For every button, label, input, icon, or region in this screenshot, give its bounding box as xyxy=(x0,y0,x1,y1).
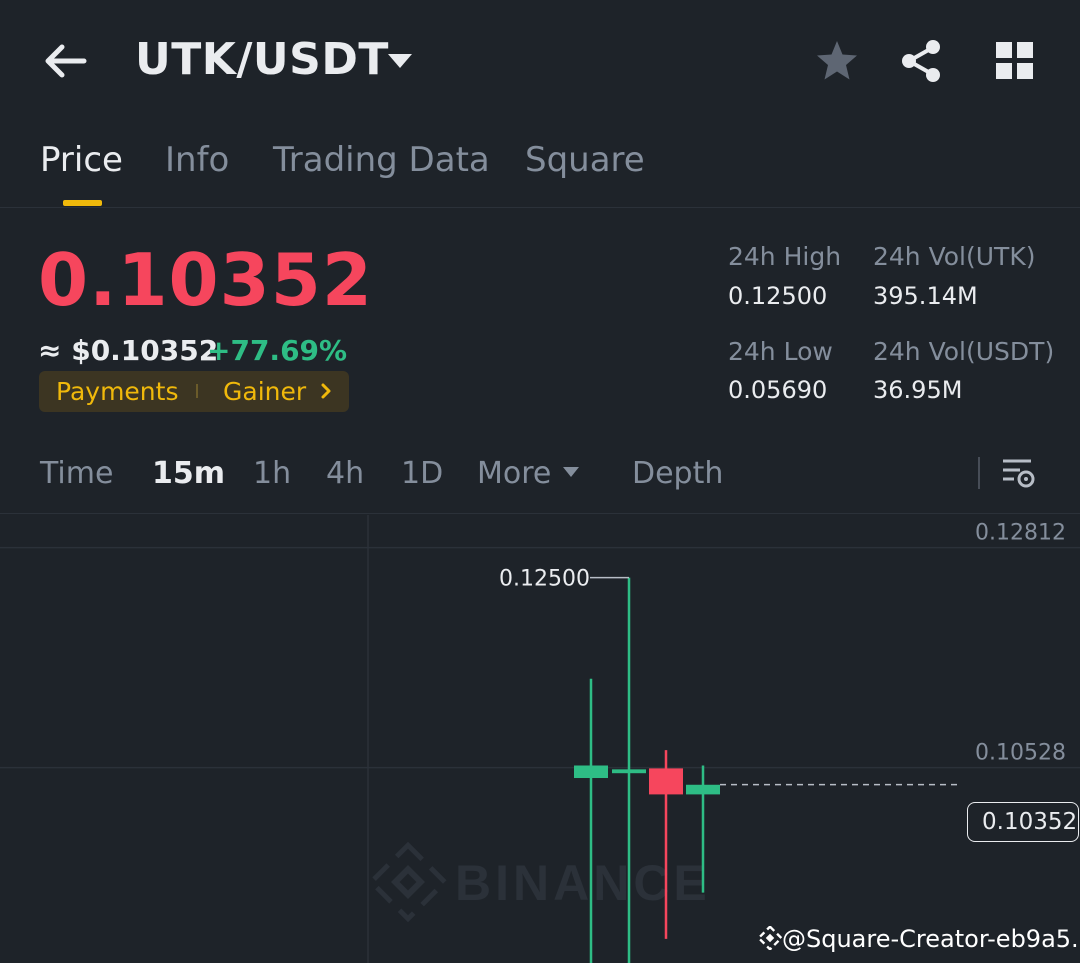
binance-watermark: BINANCE xyxy=(367,841,711,923)
tab-trading-data[interactable]: Trading Data xyxy=(273,140,490,180)
creator-handle: @Square-Creator-eb9a5... xyxy=(782,925,1080,953)
last-price: 0.10352 xyxy=(38,238,373,322)
current-price-tag: 0.10352 xyxy=(967,802,1079,842)
tag-gainer[interactable]: Gainer xyxy=(223,377,306,406)
y-axis-tick-label: 0.12812 xyxy=(975,521,1066,546)
current-price-label: 0.10352 xyxy=(982,809,1078,835)
tag-chips[interactable]: Payments Gainer xyxy=(39,371,349,412)
candle-body xyxy=(649,768,683,795)
candlestick-chart[interactable]: BINANCE 0.12812 0.10528 0.12500 xyxy=(0,515,1080,963)
candle-body xyxy=(686,784,720,795)
stat-high-label: 24h High xyxy=(728,242,842,271)
price-change-percent: +77.69% xyxy=(207,334,348,367)
share-icon[interactable] xyxy=(898,38,944,84)
tab-square[interactable]: Square xyxy=(525,140,645,180)
stat-high-value: 0.12500 xyxy=(728,282,828,310)
chart-settings-icon[interactable] xyxy=(1000,455,1036,491)
top-bar: UTK/USDT xyxy=(0,0,1080,120)
stat-vol-quote-value: 36.95M xyxy=(873,376,963,404)
caret-down-icon[interactable] xyxy=(385,50,415,72)
interval-time[interactable]: Time xyxy=(40,456,113,491)
back-arrow-icon[interactable] xyxy=(40,38,90,84)
candle-body xyxy=(612,769,646,774)
stat-low-label: 24h Low xyxy=(728,337,833,366)
chart-markers: 0.12500 xyxy=(499,567,960,786)
tag-separator xyxy=(196,384,198,398)
more-caret-icon[interactable] xyxy=(562,466,580,478)
y-axis-tick-label: 0.10528 xyxy=(975,741,1066,766)
creator-watermark: @Square-Creator-eb9a5... xyxy=(756,924,1080,953)
star-icon[interactable] xyxy=(814,38,860,84)
stat-vol-quote-label: 24h Vol(USDT) xyxy=(873,337,1055,366)
interval-1h[interactable]: 1h xyxy=(253,456,291,491)
watermark-text: BINANCE xyxy=(455,855,711,911)
pair-title[interactable]: UTK/USDT xyxy=(135,34,389,85)
interval-4h[interactable]: 4h xyxy=(326,456,364,491)
stat-low-value: 0.05690 xyxy=(728,376,828,404)
stat-vol-base-label: 24h Vol(UTK) xyxy=(873,242,1036,271)
tag-payments[interactable]: Payments xyxy=(56,377,178,406)
tab-info[interactable]: Info xyxy=(165,140,229,180)
y-axis: 0.12812 0.10528 xyxy=(975,521,1066,766)
chevron-right-icon[interactable] xyxy=(318,382,334,400)
depth-tab[interactable]: Depth xyxy=(632,456,723,491)
toolbar-divider xyxy=(978,457,980,489)
candle-body xyxy=(574,765,608,779)
main-tabs: Price Info Trading Data Square xyxy=(0,130,1080,208)
interval-bar: Time 15m 1h 4h 1D More Depth xyxy=(0,440,1080,514)
interval-more[interactable]: More xyxy=(477,456,551,491)
tab-price[interactable]: Price xyxy=(40,140,123,180)
grid-icon[interactable] xyxy=(994,40,1036,82)
interval-1d[interactable]: 1D xyxy=(401,456,443,491)
high-marker-label: 0.12500 xyxy=(499,567,590,592)
interval-15m[interactable]: 15m xyxy=(152,456,225,491)
binance-logo-icon xyxy=(756,924,784,952)
usd-price: ≈ $0.10352 xyxy=(38,334,219,367)
stat-vol-base-value: 395.14M xyxy=(873,282,978,310)
active-tab-indicator xyxy=(63,200,102,206)
